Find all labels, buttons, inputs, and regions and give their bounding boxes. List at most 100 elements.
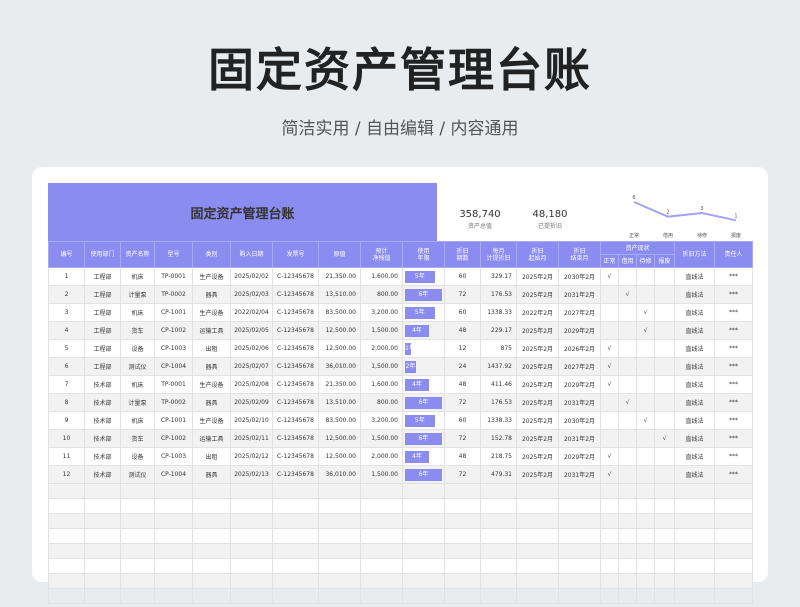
cell-method: 直线法	[674, 267, 716, 286]
empty-cell	[480, 513, 517, 529]
cell-end: 2026年2月	[558, 339, 601, 358]
cell-residual: 1,600.00	[360, 267, 403, 286]
empty-cell	[192, 498, 231, 514]
cell-value: 12,500.00	[318, 429, 361, 448]
life-bar: 6年	[405, 468, 442, 481]
cell-status-scrap	[653, 303, 676, 322]
empty-row	[48, 513, 754, 529]
cell-date: 2025/02/09	[230, 393, 273, 412]
cell-method: 直线法	[674, 303, 716, 322]
cell-status-normal: √	[600, 357, 619, 376]
cell-owner: ***	[714, 285, 754, 304]
cell-dept: 技术部	[84, 447, 121, 466]
empty-cell	[120, 483, 155, 499]
empty-cell	[480, 528, 517, 544]
empty-cell	[84, 513, 121, 529]
cell-monthly: 1338.33	[480, 303, 517, 322]
cell-value: 21,350.00	[318, 375, 361, 394]
cell-method: 直线法	[674, 321, 716, 340]
cell-status-repair: √	[636, 303, 655, 322]
cell-method: 直线法	[674, 285, 716, 304]
empty-cell	[230, 483, 273, 499]
cell-periods: 60	[444, 303, 481, 322]
status-category-label: 借用	[663, 232, 673, 239]
cell-life: 1年	[402, 339, 445, 358]
cell-periods: 48	[444, 321, 481, 340]
empty-cell	[674, 528, 716, 544]
cell-life: 4年	[402, 375, 445, 394]
col-end-line1: 折旧	[573, 247, 586, 255]
empty-cell	[120, 573, 155, 589]
empty-row	[48, 588, 754, 604]
cell-owner: ***	[714, 429, 754, 448]
table-row: 7 技术部 机床 TP-0001 生产设备 2025/02/08 C-12345678 21,…	[48, 375, 754, 394]
cell-no: 8	[48, 393, 85, 412]
empty-cell	[120, 543, 155, 559]
empty-cell	[653, 558, 676, 574]
cell-status-normal: √	[600, 465, 619, 484]
cell-status-borrow	[618, 447, 637, 466]
cell-status-scrap	[653, 321, 676, 340]
col-status-normal: 正常	[600, 254, 619, 268]
cell-category: 出租	[192, 339, 231, 358]
cell-invoice: C-12345678	[272, 303, 319, 322]
empty-cell	[318, 528, 361, 544]
cell-status-repair	[636, 465, 655, 484]
col-status-borrow: 借用	[618, 254, 637, 268]
col-life: 使用 年限	[402, 241, 445, 268]
cell-date: 2025/02/12	[230, 447, 273, 466]
status-data-label: 1	[734, 213, 737, 219]
cell-status-borrow: √	[618, 393, 637, 412]
cell-date: 2025/02/13	[230, 465, 273, 484]
empty-row	[48, 498, 754, 514]
col-periods-line1: 折旧	[456, 247, 469, 255]
empty-cell	[154, 588, 193, 604]
empty-cell	[636, 558, 655, 574]
empty-cell	[84, 483, 121, 499]
cell-dept: 工程部	[84, 285, 121, 304]
empty-cell	[600, 558, 619, 574]
cell-model: CP-1004	[154, 465, 193, 484]
cell-dept: 技术部	[84, 411, 121, 430]
cell-name: 测试仪	[120, 357, 155, 376]
table-row: 6 工程部 测试仪 CP-1004 器具 2025/02/07 C-12345678 36,0…	[48, 357, 754, 376]
empty-cell	[272, 498, 319, 514]
empty-cell	[653, 483, 676, 499]
life-bar: 1年	[405, 342, 415, 355]
cell-end: 2031年2月	[558, 285, 601, 304]
empty-cell	[618, 528, 637, 544]
cell-category: 生产设备	[192, 303, 231, 322]
cell-date: 2025/02/07	[230, 357, 273, 376]
empty-cell	[600, 513, 619, 529]
status-series-line	[633, 201, 737, 222]
cell-monthly: 329.17	[480, 267, 517, 286]
cell-owner: ***	[714, 411, 754, 430]
cell-owner: ***	[714, 339, 754, 358]
col-residual-line2: 净残值	[372, 254, 391, 262]
empty-row	[48, 558, 754, 574]
cell-value: 12,500.00	[318, 447, 361, 466]
col-status-repair: 待修	[636, 254, 655, 268]
empty-cell	[653, 513, 676, 529]
empty-cell	[636, 528, 655, 544]
cell-category: 器具	[192, 393, 231, 412]
empty-cell	[618, 498, 637, 514]
table-row: 4 工程部 货车 CP-1002 运输工具 2025/02/05 C-12345678 12,…	[48, 321, 754, 340]
empty-cell	[84, 573, 121, 589]
cell-value: 12,500.00	[318, 339, 361, 358]
empty-cell	[192, 588, 231, 604]
empty-cell	[444, 588, 481, 604]
cell-no: 7	[48, 375, 85, 394]
empty-cell	[84, 543, 121, 559]
cell-life: 4年	[402, 321, 445, 340]
empty-cell	[674, 588, 716, 604]
empty-cell	[318, 573, 361, 589]
empty-cell	[272, 588, 319, 604]
empty-cell	[120, 528, 155, 544]
cell-model: TP-0001	[154, 267, 193, 286]
cell-residual: 2,000.00	[360, 339, 403, 358]
cell-residual: 1,500.00	[360, 429, 403, 448]
col-life-line1: 使用	[417, 247, 430, 255]
empty-cell	[618, 483, 637, 499]
cell-start: 2025年2月	[516, 411, 559, 430]
